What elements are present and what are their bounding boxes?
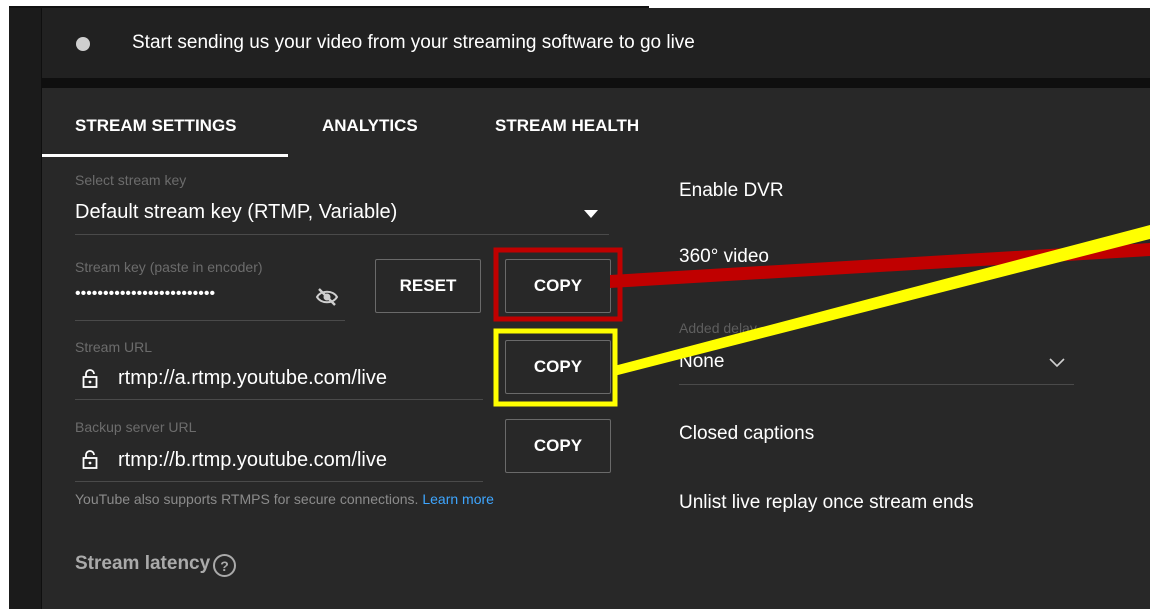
copy-stream-url-button[interactable]: COPY bbox=[505, 340, 611, 394]
tab-stream-settings[interactable]: STREAM SETTINGS bbox=[75, 116, 237, 136]
help-icon[interactable]: ? bbox=[213, 554, 236, 577]
copy-stream-key-button[interactable]: COPY bbox=[505, 259, 611, 313]
lock-icon bbox=[82, 450, 98, 469]
dropdown-arrow-icon bbox=[584, 210, 598, 218]
video-360-label[interactable]: 360° video bbox=[679, 246, 769, 268]
status-message: Start sending us your video from your st… bbox=[132, 32, 695, 53]
rtmps-helper-text: YouTube also supports RTMPS for secure c… bbox=[75, 491, 494, 507]
chevron-down-icon bbox=[1049, 358, 1065, 368]
left-sidebar bbox=[9, 8, 41, 609]
reset-button[interactable]: RESET bbox=[375, 259, 481, 313]
helper-text: YouTube also supports RTMPS for secure c… bbox=[75, 491, 419, 507]
stream-url-label: Stream URL bbox=[75, 339, 153, 355]
tab-analytics[interactable]: ANALYTICS bbox=[322, 116, 418, 136]
stream-key-select-label: Select stream key bbox=[75, 172, 187, 188]
closed-captions-label[interactable]: Closed captions bbox=[679, 423, 814, 445]
backup-url-label: Backup server URL bbox=[75, 419, 197, 435]
stream-url-underline bbox=[75, 399, 483, 400]
learn-more-link[interactable]: Learn more bbox=[422, 491, 494, 507]
status-bar: Start sending us your video from your st… bbox=[42, 8, 1150, 78]
stream-key-field[interactable]: ••••••••••••••••••••••••• bbox=[75, 285, 215, 303]
copy-backup-url-button[interactable]: COPY bbox=[505, 419, 611, 473]
visibility-off-icon[interactable] bbox=[315, 287, 339, 307]
stream-url-value[interactable]: rtmp://a.rtmp.youtube.com/live bbox=[118, 367, 387, 390]
stream-key-select-underline bbox=[75, 234, 609, 235]
unlist-replay-label[interactable]: Unlist live replay once stream ends bbox=[679, 492, 974, 514]
active-tab-indicator bbox=[42, 154, 288, 157]
stream-key-underline bbox=[75, 320, 345, 321]
stream-latency-label: Stream latency bbox=[75, 553, 211, 574]
stream-key-select-value: Default stream key (RTMP, Variable) bbox=[75, 201, 398, 223]
added-delay-label: Added delay bbox=[679, 320, 757, 336]
backup-url-underline bbox=[75, 481, 483, 482]
lock-icon bbox=[82, 369, 98, 388]
stream-panel: STREAM SETTINGS ANALYTICS STREAM HEALTH … bbox=[42, 88, 1150, 609]
status-dot-icon bbox=[76, 37, 90, 51]
stream-key-label: Stream key (paste in encoder) bbox=[75, 259, 263, 275]
backup-url-value[interactable]: rtmp://b.rtmp.youtube.com/live bbox=[118, 449, 387, 472]
added-delay-value: None bbox=[679, 351, 725, 372]
added-delay-underline bbox=[679, 384, 1074, 385]
tab-stream-health[interactable]: STREAM HEALTH bbox=[495, 116, 639, 136]
enable-dvr-label[interactable]: Enable DVR bbox=[679, 180, 784, 202]
